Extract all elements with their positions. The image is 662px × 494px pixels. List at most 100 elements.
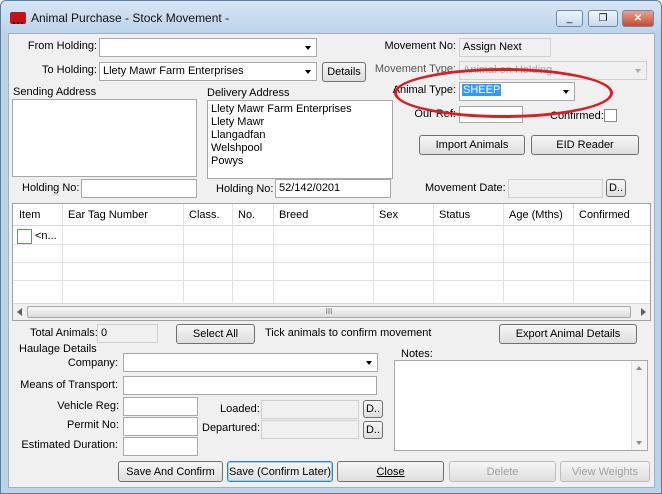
application-window: Animal Purchase - Stock Movement - _ ❐ ✕…: [0, 0, 662, 494]
vehicle-reg-field[interactable]: [123, 397, 198, 416]
column-header-age[interactable]: Age (Mths): [509, 209, 563, 221]
delivery-address-label: Delivery Address: [207, 87, 290, 99]
confirmed-label: Confirmed:: [550, 110, 604, 122]
column-header-confirmed[interactable]: Confirmed: [579, 209, 630, 221]
close-button[interactable]: Close: [337, 461, 444, 482]
estimated-duration-field[interactable]: [123, 437, 198, 456]
sending-holding-no-field[interactable]: [81, 179, 197, 198]
minimize-button[interactable]: _: [556, 10, 583, 27]
window-title: Animal Purchase - Stock Movement -: [31, 11, 230, 25]
animal-type-selected-value: SHEEP: [462, 84, 502, 96]
notes-label: Notes:: [401, 348, 433, 360]
delivery-address-line: Llangadfan: [211, 129, 266, 141]
grid-horizontal-scrollbar[interactable]: III: [13, 303, 650, 320]
column-header-breed[interactable]: Breed: [279, 209, 308, 221]
delivery-address-line: Welshpool: [211, 142, 263, 154]
company-dropdown[interactable]: [123, 353, 378, 372]
tick-hint-text: Tick animals to confirm movement: [265, 327, 432, 339]
form-client-area: From Holding: To Holding: Llety Mawr Far…: [8, 33, 655, 488]
delivery-address-field[interactable]: Llety Mawr Farm Enterprises Llety Mawr L…: [207, 100, 393, 179]
to-holding-dropdown[interactable]: Llety Mawr Farm Enterprises: [99, 62, 317, 81]
from-holding-label: From Holding:: [27, 40, 97, 52]
details-button[interactable]: Details: [322, 62, 366, 82]
grid-row-divider: [13, 280, 650, 281]
restore-button[interactable]: ❐: [588, 10, 618, 27]
scroll-right-icon[interactable]: [641, 308, 646, 316]
to-holding-label: To Holding:: [41, 64, 97, 76]
notes-textarea[interactable]: [394, 360, 648, 451]
movement-type-dropdown: Animal on Holding: [459, 61, 647, 80]
select-all-button[interactable]: Select All: [176, 324, 255, 344]
permit-no-field[interactable]: [123, 417, 198, 436]
our-ref-field[interactable]: [459, 106, 523, 123]
column-header-sex[interactable]: Sex: [379, 209, 398, 221]
truck-icon: [10, 12, 26, 24]
permit-no-label: Permit No:: [67, 419, 119, 431]
grid-column-divider: [232, 204, 233, 302]
delivery-holding-no-label: Holding No:: [216, 183, 274, 195]
from-holding-dropdown[interactable]: [99, 38, 317, 57]
scroll-down-icon[interactable]: [636, 441, 642, 445]
delivery-address-line: Powys: [211, 155, 244, 167]
export-animal-details-button[interactable]: Export Animal Details: [499, 324, 637, 344]
total-animals-field: 0: [97, 324, 158, 343]
confirmed-checkbox[interactable]: [604, 109, 617, 122]
movement-no-field: Assign Next: [459, 38, 551, 57]
animals-grid[interactable]: Item Ear Tag Number Class. No. Breed Sex…: [12, 203, 651, 321]
save-and-confirm-button[interactable]: Save And Confirm: [118, 461, 223, 482]
vehicle-reg-label: Vehicle Reg:: [57, 400, 119, 412]
eid-reader-button[interactable]: EID Reader: [531, 135, 639, 155]
grid-row-divider: [13, 244, 650, 245]
column-header-class[interactable]: Class.: [189, 209, 220, 221]
grid-column-divider: [433, 204, 434, 302]
movement-date-field: [508, 179, 603, 198]
import-animals-button[interactable]: Import Animals: [419, 135, 525, 155]
delivery-holding-no-field[interactable]: 52/142/0201: [275, 179, 391, 198]
company-label: Company:: [67, 357, 118, 369]
loaded-field: [261, 400, 359, 419]
animal-type-label: Animal Type:: [392, 84, 456, 96]
scroll-thumb[interactable]: III: [27, 306, 631, 318]
grid-row-divider: [13, 262, 650, 263]
column-header-status[interactable]: Status: [439, 209, 470, 221]
loaded-label: Loaded:: [220, 403, 260, 415]
grid-column-divider: [62, 204, 63, 302]
scroll-left-icon[interactable]: [17, 308, 22, 316]
departured-label: Departured:: [202, 422, 261, 434]
movement-date-picker-button[interactable]: D..: [606, 179, 626, 197]
estimated-duration-label: Estimated Duration:: [21, 439, 118, 451]
grid-column-divider: [373, 204, 374, 302]
view-weights-button: View Weights: [560, 461, 650, 482]
close-window-button[interactable]: ✕: [622, 10, 654, 27]
save-confirm-later-button[interactable]: Save (Confirm Later): [227, 461, 333, 482]
delivery-address-line: Llety Mawr: [211, 116, 265, 128]
means-of-transport-label: Means of Transport:: [20, 379, 118, 391]
departured-date-button[interactable]: D..: [363, 421, 383, 439]
column-header-no[interactable]: No.: [238, 209, 255, 221]
grid-column-divider: [273, 204, 274, 302]
sending-holding-no-label: Holding No:: [22, 182, 80, 194]
movement-type-label: Movement Type:: [374, 63, 456, 75]
grid-column-divider: [573, 204, 574, 302]
delivery-address-line: Llety Mawr Farm Enterprises: [211, 103, 352, 115]
departured-field: [261, 420, 359, 439]
total-animals-label: Total Animals:: [30, 327, 98, 339]
sending-address-label: Sending Address: [13, 86, 97, 98]
new-row-checkbox[interactable]: [17, 229, 32, 244]
animal-type-dropdown[interactable]: SHEEP: [459, 82, 575, 101]
movement-no-label: Movement No:: [384, 40, 456, 52]
column-header-item[interactable]: Item: [19, 209, 40, 221]
title-bar[interactable]: Animal Purchase - Stock Movement - _ ❐ ✕: [1, 1, 661, 33]
grid-column-divider: [503, 204, 504, 302]
scroll-up-icon[interactable]: [636, 366, 642, 370]
movement-date-label: Movement Date:: [425, 182, 506, 194]
loaded-date-button[interactable]: D..: [363, 400, 383, 418]
grid-header: Item Ear Tag Number Class. No. Breed Sex…: [13, 204, 650, 226]
haulage-details-label: Haulage Details: [19, 343, 97, 355]
column-header-ear-tag[interactable]: Ear Tag Number: [68, 209, 148, 221]
grid-column-divider: [183, 204, 184, 302]
new-row-placeholder[interactable]: <n...: [35, 230, 57, 242]
sending-address-field[interactable]: [12, 99, 197, 177]
notes-vertical-scrollbar[interactable]: [631, 361, 647, 450]
means-of-transport-field[interactable]: [123, 376, 377, 395]
